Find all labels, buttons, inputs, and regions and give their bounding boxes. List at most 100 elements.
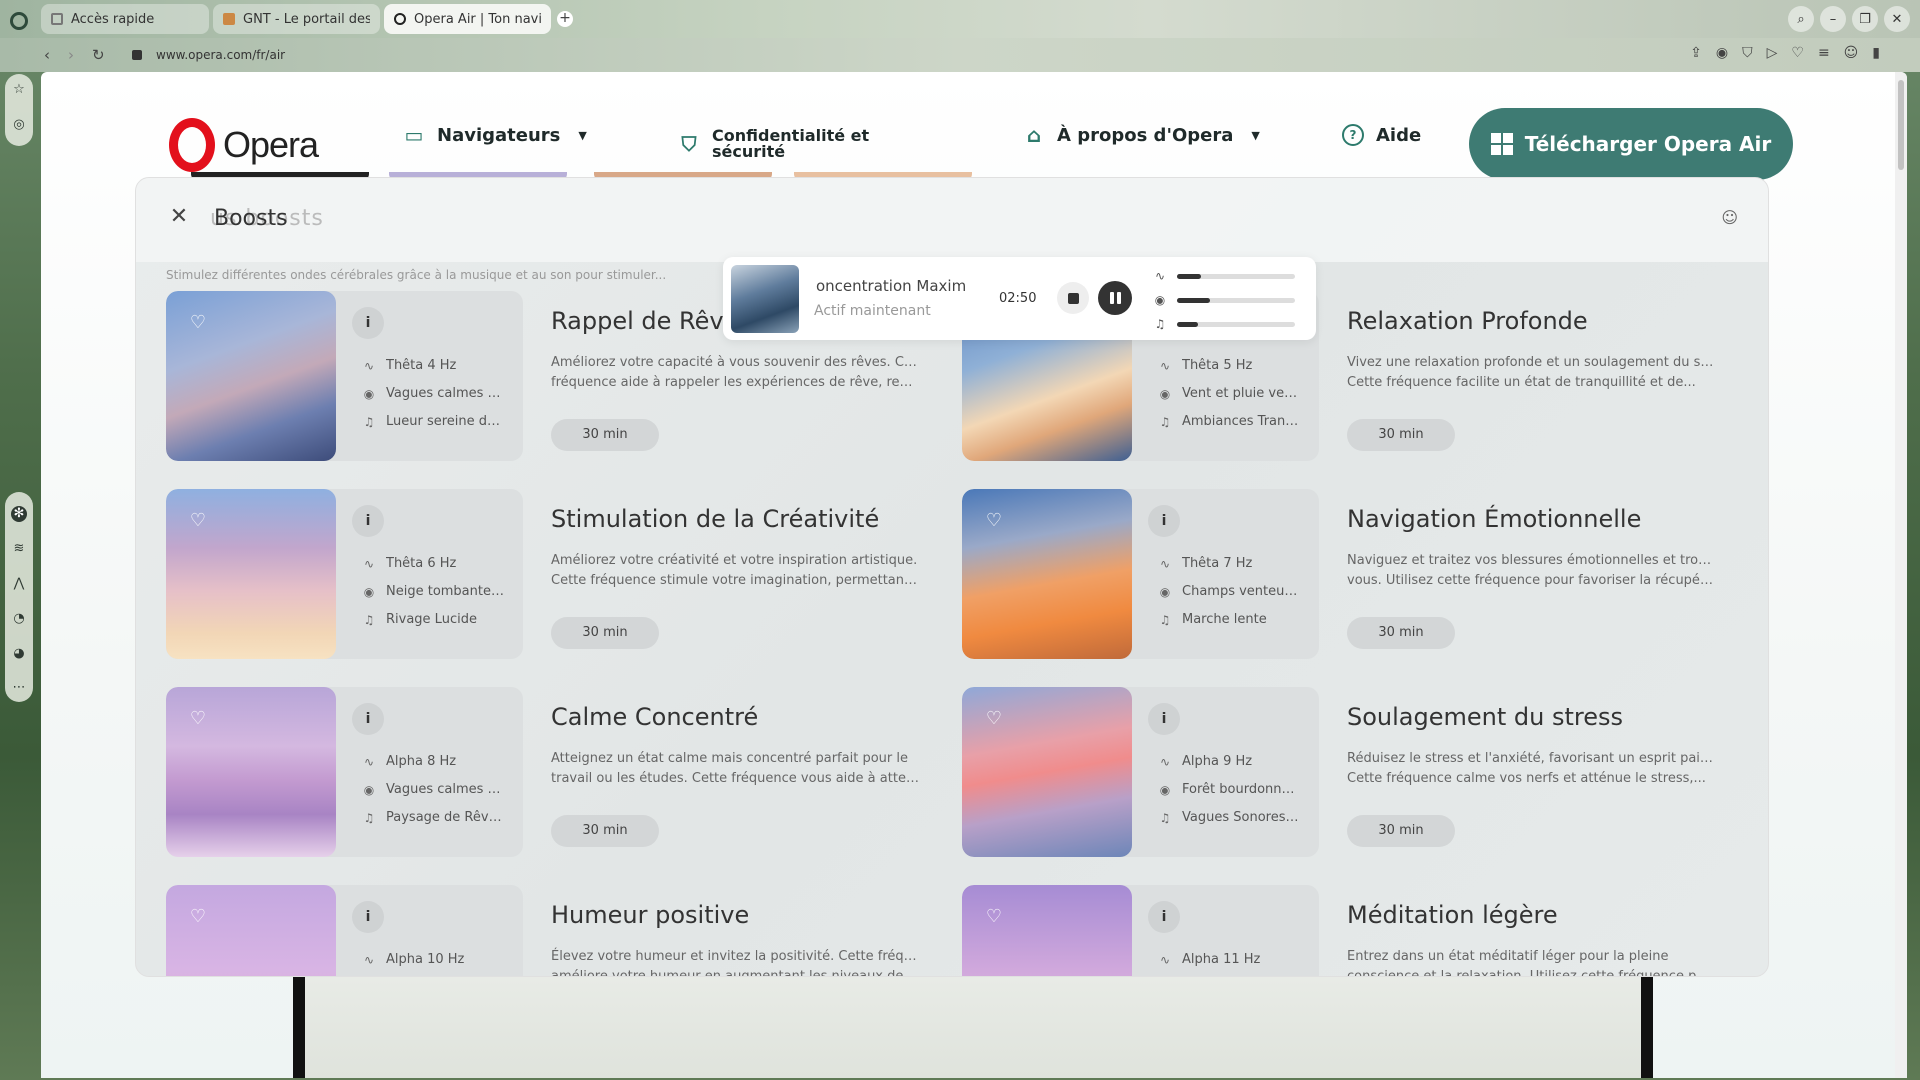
heart-icon[interactable]: ♡ (982, 905, 1006, 929)
boost-item[interactable]: ♡ i ∿ Alpha 11 Hz Méditation légère Entrez da… (962, 885, 1742, 976)
back-icon[interactable]: ‹ (44, 46, 50, 64)
boost-frequency: ∿ Alpha 11 Hz (1159, 952, 1261, 967)
boost-card[interactable]: ♡ i ∿ Alpha 9 Hz ◉ Forêt bourdonna... ♫ Vagues … (962, 687, 1319, 857)
url-field[interactable]: www.opera.com/fr/air (132, 43, 1692, 67)
boost-card[interactable]: ♡ i ∿ Thêta 4 Hz ◉ Vagues calmes d... ♫ Lueur s… (166, 291, 523, 461)
info-button[interactable]: i (352, 901, 384, 933)
boost-card[interactable]: ♡ i ∿ Alpha 8 Hz ◉ Vagues calmes d... ♫ Paysage… (166, 687, 523, 857)
boost-duration-button[interactable]: 30 min (1347, 617, 1455, 649)
info-button[interactable]: i (1148, 901, 1180, 933)
nav-browsers[interactable]: ▭ Navigateurs ▼ (403, 124, 587, 146)
page-scrollbar[interactable] (1895, 72, 1907, 1078)
tab-speed-dial[interactable]: Accès rapide (41, 4, 209, 34)
boost-item[interactable]: ♡ i ∿ Alpha 9 Hz ◉ Forêt bourdonna... ♫ Vagues … (962, 687, 1742, 857)
tab-bar: Accès rapide GNT - Le portail des nou Op… (0, 0, 1920, 38)
camera-icon[interactable]: ◉ (1716, 45, 1728, 61)
profile-icon[interactable]: ☺ (1844, 45, 1859, 61)
heart-icon[interactable]: ♡ (1791, 45, 1804, 61)
whatsapp-icon[interactable]: ◕ (11, 646, 27, 662)
boost-item[interactable]: ♡ i ∿ Alpha 10 Hz Humeur positive Élevez votr… (166, 885, 946, 976)
pause-icon (1109, 292, 1114, 304)
boost-card[interactable]: ♡ i ∿ Thêta 7 Hz ◉ Champs venteux ... ♫ Marche … (962, 489, 1319, 659)
nav-help[interactable]: ? Aide (1342, 124, 1421, 146)
boost-frequency: ∿ Alpha 9 Hz (1159, 754, 1253, 769)
tab-gnt[interactable]: GNT - Le portail des nou (213, 4, 380, 34)
boost-frequency: ∿ Thêta 5 Hz (1159, 358, 1253, 373)
nav-privacy[interactable]: ⛉ Confidentialité et sécurité (678, 128, 870, 160)
menu-icon[interactable]: ≡ (1818, 45, 1830, 61)
layers-icon[interactable]: ≋ (11, 541, 27, 557)
track-thumbnail (731, 265, 799, 333)
boost-item[interactable]: ♡ i ∿ Alpha 8 Hz ◉ Vagues calmes d... ♫ Paysage… (166, 687, 946, 857)
heart-icon[interactable]: ♡ (982, 707, 1006, 731)
sidebar-toggle-icon[interactable]: ▮ (1872, 45, 1880, 61)
boost-card[interactable]: ♡ i ∿ Alpha 10 Hz (166, 885, 523, 976)
new-tab-button[interactable]: + (557, 11, 573, 27)
music-note-icon: ♫ (1159, 810, 1171, 825)
search-tabs-icon[interactable]: ⌕ (1788, 6, 1814, 32)
boost-card[interactable]: ♡ i ∿ Thêta 6 Hz ◉ Neige tombante ... ♫ Rivage … (166, 489, 523, 659)
opera-o-icon (169, 118, 215, 172)
heart-icon[interactable]: ♡ (186, 509, 210, 533)
music-note-icon: ♫ (1154, 317, 1166, 331)
boost-card[interactable]: ♡ i ∿ Alpha 11 Hz (962, 885, 1319, 976)
nav-about[interactable]: ⌂ À propos d'Opera ▼ (1023, 124, 1260, 146)
info-button[interactable]: i (1148, 703, 1180, 735)
info-button[interactable]: i (352, 703, 384, 735)
boost-duration-button[interactable]: 30 min (551, 815, 659, 847)
play-icon[interactable]: ▷ (1767, 45, 1778, 61)
boost-duration-button[interactable]: 30 min (551, 419, 659, 451)
more-icon[interactable]: ⋯ (11, 680, 27, 696)
minimize-button[interactable]: – (1820, 6, 1846, 32)
download-opera-air-button[interactable]: Télécharger Opera Air (1469, 108, 1793, 180)
boost-sound: ◉ Neige tombante ... (363, 584, 504, 599)
opera-logo[interactable]: Opera (169, 118, 319, 172)
sound-volume-slider[interactable] (1177, 297, 1295, 303)
boost-title: Rappel de Rêve (551, 307, 739, 335)
boost-duration-button[interactable]: 30 min (1347, 815, 1455, 847)
shield-icon[interactable]: ⛉ (1742, 45, 1753, 61)
windows-icon (1490, 133, 1513, 155)
boost-title: Humeur positive (551, 901, 750, 929)
share-icon[interactable]: ⇪ (1690, 45, 1702, 61)
star-icon[interactable]: ☆ (11, 82, 27, 98)
home-icon: ⌂ (1026, 123, 1042, 147)
boosts-icon[interactable]: ✻ (11, 506, 27, 522)
tab-opera-air[interactable]: Opera Air | Ton navigate (384, 4, 551, 34)
monitor-icon: ▭ (404, 123, 424, 147)
settings-icon[interactable]: ☺ (1721, 208, 1738, 227)
boost-duration-button[interactable]: 30 min (551, 617, 659, 649)
reload-icon[interactable]: ↻ (92, 46, 105, 64)
forward-icon[interactable]: › (68, 46, 74, 64)
heart-icon[interactable]: ♡ (186, 707, 210, 731)
stop-button[interactable] (1057, 282, 1089, 314)
frequency-volume-slider[interactable] (1177, 273, 1295, 279)
close-window-button[interactable]: ✕ (1884, 6, 1910, 32)
heart-icon[interactable]: ♡ (186, 311, 210, 335)
boost-duration-button[interactable]: 30 min (1347, 419, 1455, 451)
pen-icon[interactable]: ⋀ (11, 576, 27, 592)
scrollbar-thumb[interactable] (1898, 80, 1904, 170)
track-title: oncentration Maxim (816, 277, 966, 295)
boost-item[interactable]: ♡ i ∿ Thêta 6 Hz ◉ Neige tombante ... ♫ Rivage … (166, 489, 946, 659)
info-button[interactable]: i (352, 307, 384, 339)
boost-description: Atteignez un état calme mais concentré p… (551, 751, 919, 786)
messenger-icon[interactable]: ◔ (11, 611, 27, 627)
info-button[interactable]: i (352, 505, 384, 537)
pause-button[interactable] (1098, 281, 1132, 315)
music-volume-slider[interactable] (1177, 321, 1295, 327)
heart-icon[interactable]: ♡ (186, 905, 210, 929)
boost-frequency: ∿ Alpha 8 Hz (363, 754, 457, 769)
boost-title: Calme Concentré (551, 703, 759, 731)
opera-menu-icon[interactable] (10, 12, 28, 30)
boost-sound: ◉ Vagues calmes d... (363, 386, 504, 401)
aria-icon[interactable]: ◎ (11, 117, 27, 133)
maximize-button[interactable]: ❐ (1852, 6, 1878, 32)
boost-frequency: ∿ Thêta 4 Hz (363, 358, 457, 373)
boost-sound: ◉ Champs venteux ... (1159, 584, 1300, 599)
music-note-icon: ♫ (363, 414, 375, 429)
info-button[interactable]: i (1148, 505, 1180, 537)
close-icon[interactable]: ✕ (166, 204, 192, 230)
heart-icon[interactable]: ♡ (982, 509, 1006, 533)
boost-item[interactable]: ♡ i ∿ Thêta 7 Hz ◉ Champs venteux ... ♫ Marche … (962, 489, 1742, 659)
